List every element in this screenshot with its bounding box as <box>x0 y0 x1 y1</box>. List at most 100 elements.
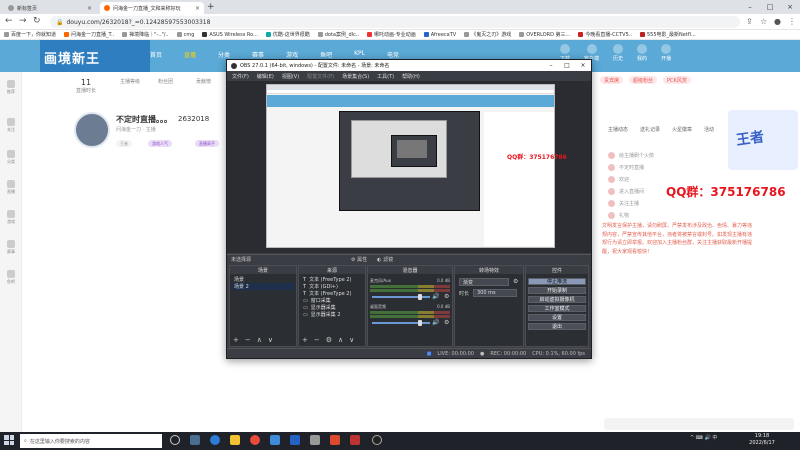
stat-fans[interactable]: 粉丝团 <box>158 78 173 85</box>
browser-tab-douyu[interactable]: 问海金一刀直播_文和来称好玩 × <box>100 2 204 14</box>
close-window-button[interactable]: × <box>575 62 591 69</box>
gear-icon[interactable]: ⚙ <box>444 319 449 326</box>
go-live-button[interactable]: 开播 <box>661 44 671 62</box>
rail-item-events[interactable]: 赛事 <box>0 240 22 255</box>
store-icon[interactable] <box>270 435 280 445</box>
settings-button[interactable]: 设置 <box>528 314 586 321</box>
system-tray[interactable]: ^ ⌨ 🔊 中 <box>690 434 717 441</box>
browser-tab-newtab[interactable]: 新标签页 × <box>4 2 96 14</box>
stat-contrib[interactable]: 贡献榜 <box>196 78 211 85</box>
rail-item-live[interactable]: 直播 <box>0 180 22 195</box>
bookmark-item[interactable]: OVERLORD 第三... <box>519 31 570 38</box>
studio-mode-button[interactable]: 工作室模式 <box>528 305 586 312</box>
menu-kebab-icon[interactable]: ⋮ <box>788 17 796 26</box>
bookmark-item[interactable]: ASUS Wireless Ro... <box>202 32 258 38</box>
tab-badges[interactable]: 火星徽章 <box>672 126 692 133</box>
mail-icon[interactable] <box>290 435 300 445</box>
task-view-icon[interactable] <box>170 435 180 445</box>
down-icon[interactable]: ∨ <box>349 336 354 344</box>
app-icon[interactable] <box>350 435 360 445</box>
speaker-icon[interactable]: 🔊 <box>432 293 439 300</box>
close-icon[interactable]: × <box>195 5 200 12</box>
menu-file[interactable]: 文件(F) <box>232 73 249 80</box>
widgets-icon[interactable] <box>190 435 200 445</box>
app-icon[interactable] <box>330 435 340 445</box>
source-item[interactable]: T 文本 (FreeType 2) <box>301 276 363 284</box>
bookmark-item[interactable]: AfreecaTV <box>423 32 456 38</box>
add-icon[interactable]: + <box>233 336 239 344</box>
history-button[interactable]: 历史 <box>613 44 623 62</box>
chat-input[interactable] <box>604 418 794 430</box>
down-icon[interactable]: ∨ <box>268 336 273 344</box>
star-icon[interactable]: ☆ <box>760 17 767 26</box>
menu-scene-collection[interactable]: 场景集合(S) <box>342 73 369 80</box>
pck-pill[interactable]: PCK风赏 <box>663 76 691 84</box>
rail-item-category[interactable]: 分类 <box>0 150 22 165</box>
rail-item-follow[interactable]: 关注 <box>0 118 22 133</box>
nav-item-kpl[interactable]: KPL <box>354 50 365 59</box>
edge-browser-icon[interactable] <box>210 435 220 445</box>
bookmark-item[interactable]: 百度一下，你就知道 <box>4 31 56 38</box>
bookmark-item[interactable]: 哪吒动画-专业动画 <box>366 31 416 38</box>
menu-profile[interactable]: 配置文件(P) <box>307 73 334 80</box>
volume-slider-handle[interactable] <box>417 294 422 300</box>
nav-item-category[interactable]: 分类 <box>218 50 230 59</box>
speaker-icon[interactable]: 🔊 <box>432 319 439 326</box>
exit-button[interactable]: 退出 <box>528 323 586 330</box>
new-tab-button[interactable]: + <box>207 2 215 12</box>
bookmark-item[interactable]: dota案例_dlc.. <box>317 31 359 38</box>
rail-item-games[interactable]: 游戏 <box>0 210 22 225</box>
nav-item-yuba[interactable]: 鱼吧 <box>320 50 332 59</box>
menu-edit[interactable]: 编辑(E) <box>257 73 274 80</box>
source-item[interactable]: T 文本 (GDI+) <box>301 283 363 291</box>
tab-gifts[interactable]: 送礼记录 <box>640 126 660 133</box>
nav-item-esports[interactable]: 电竞 <box>387 50 399 59</box>
menu-help[interactable]: 帮助(H) <box>402 73 420 80</box>
banner-title[interactable]: 画境新王 <box>44 48 100 67</box>
windows-start-icon[interactable] <box>4 435 14 445</box>
start-recording-button[interactable]: 开始录制 <box>528 287 586 294</box>
bookmark-item[interactable]: 问海金一刀直播_T.. <box>64 31 114 38</box>
maximize-button[interactable]: □ <box>760 0 780 14</box>
streamer-avatar[interactable] <box>74 112 110 148</box>
back-arrow-icon[interactable]: ← <box>5 16 13 26</box>
super-fan-pill[interactable]: 超级粉丝 <box>629 76 658 84</box>
forward-arrow-icon[interactable]: → <box>19 16 27 26</box>
bookmark-item[interactable]: 禅境降临｜"-.."/.. <box>122 31 169 38</box>
profile-icon[interactable]: ● <box>774 17 781 26</box>
bookmark-item[interactable]: 《鬼灭之刃》游戏 <box>464 31 511 38</box>
duration-field[interactable]: 300 ms <box>473 289 517 297</box>
remove-icon[interactable]: − <box>314 336 320 344</box>
source-item[interactable]: ▭ 窗口采集 <box>301 297 363 305</box>
minimize-button[interactable]: – <box>740 0 760 14</box>
volume-slider-handle[interactable] <box>417 320 422 326</box>
bookmark-item[interactable]: 555电影_最新Netfl... <box>639 31 696 38</box>
gear-icon[interactable]: ⚙ <box>513 278 518 285</box>
virtual-camera-button[interactable]: 启动虚拟摄像机 <box>528 296 586 303</box>
close-icon[interactable]: × <box>87 5 92 12</box>
maximize-button[interactable]: □ <box>559 62 575 69</box>
rail-item-yuba[interactable]: 鱼吧 <box>0 270 22 285</box>
gear-icon[interactable]: ⚙ <box>444 293 449 300</box>
app-icon[interactable] <box>310 435 320 445</box>
scene-item[interactable]: 场景 <box>232 276 294 283</box>
share-icon[interactable]: ⇪ <box>746 17 753 26</box>
bookmark-item[interactable]: 优酷-这世界很酷 <box>265 31 310 38</box>
properties-button[interactable]: ⚙ 属性 <box>351 256 367 263</box>
tab-dynamics[interactable]: 主播动态 <box>608 126 628 133</box>
stat-duration[interactable]: 11 直播时长 <box>76 78 96 94</box>
remove-icon[interactable]: − <box>245 336 251 344</box>
source-item[interactable]: ▭ 显示器采集 <box>301 304 363 312</box>
stop-streaming-button[interactable]: 停止推流 <box>528 278 586 285</box>
file-explorer-icon[interactable] <box>230 435 240 445</box>
up-icon[interactable]: ∧ <box>338 336 343 344</box>
obs-app-icon[interactable] <box>372 435 382 445</box>
transition-select[interactable]: 渐变 <box>459 278 509 286</box>
chrome-browser-icon[interactable] <box>250 435 260 445</box>
nav-item-events[interactable]: 赛事 <box>252 50 264 59</box>
menu-tools[interactable]: 工具(T) <box>377 73 394 80</box>
minimize-button[interactable]: – <box>543 62 559 69</box>
address-bar[interactable]: 🔒 douyu.com/2632018?_=0.1242859755300331… <box>50 16 740 28</box>
filters-button[interactable]: ◐ 滤镜 <box>377 256 393 263</box>
obs-title-bar[interactable]: OBS 27.0.1 (64-bit, windows) - 配置文件: 未命名… <box>227 60 591 71</box>
